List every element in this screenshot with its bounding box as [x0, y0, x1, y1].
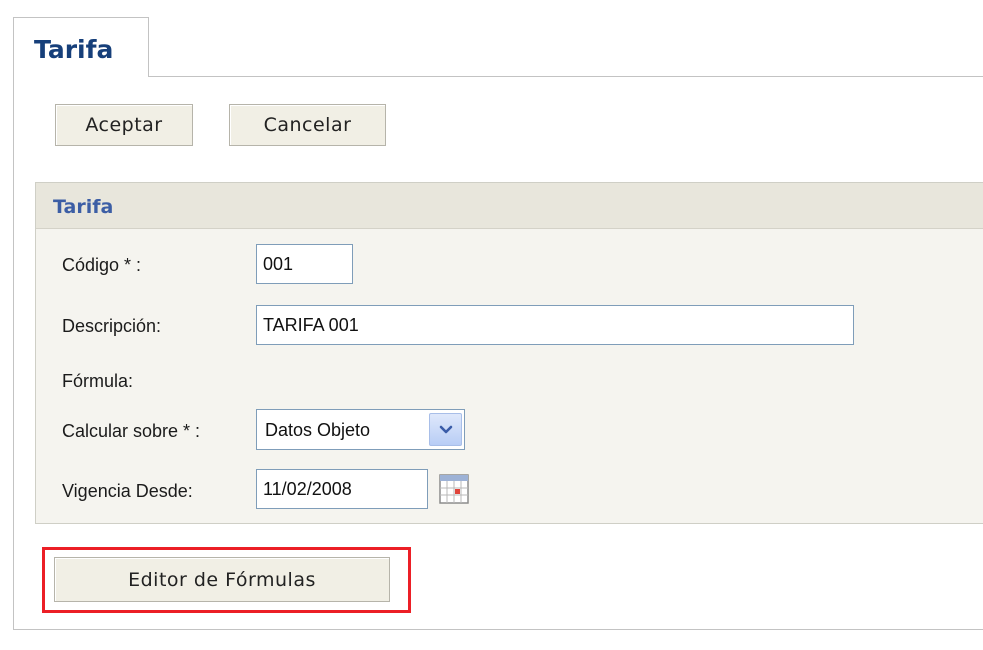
formula-editor-button[interactable]: Editor de Fórmulas [54, 557, 390, 602]
tab-strip-line [148, 76, 983, 77]
calcular-label: Calcular sobre * : [62, 421, 201, 441]
calendar-icon[interactable] [439, 474, 469, 504]
vigencia-date-field[interactable]: 11/02/2008 [256, 469, 428, 509]
tab-tarifa[interactable]: Tarifa [13, 17, 149, 77]
chevron-down-icon[interactable] [429, 413, 462, 446]
codigo-field[interactable]: 001 [256, 244, 353, 284]
tab-title: Tarifa [34, 35, 114, 64]
tarifa-fieldset: Tarifa [35, 182, 983, 524]
fieldset-title: Tarifa [53, 196, 114, 218]
chevron-down-glyph [439, 425, 452, 433]
calcular-selected-value: Datos Objeto [265, 420, 371, 440]
descripcion-field[interactable]: TARIFA 001 [256, 305, 854, 345]
codigo-label: Código * : [62, 255, 142, 275]
cancel-button[interactable]: Cancelar [229, 104, 386, 146]
fieldset-header: Tarifa [36, 183, 983, 229]
accept-button[interactable]: Aceptar [55, 104, 193, 146]
descripcion-label: Descripción: [62, 316, 162, 336]
vigencia-label: Vigencia Desde: [62, 481, 193, 501]
formula-label: Fórmula: [62, 371, 134, 391]
calcular-select[interactable]: Datos Objeto [256, 409, 465, 450]
